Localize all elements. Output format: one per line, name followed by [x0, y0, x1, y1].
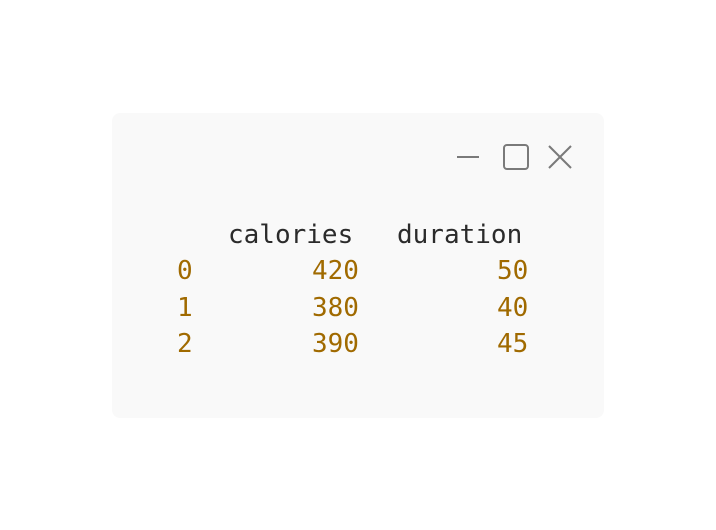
maximize-button[interactable]	[502, 143, 530, 171]
cell-calories: 420	[312, 256, 359, 286]
cell-calories: 380	[312, 293, 359, 323]
cell-calories: 390	[312, 329, 359, 359]
window-controls	[454, 143, 574, 171]
row-index: 0	[177, 256, 193, 286]
minimize-button[interactable]	[454, 143, 482, 171]
column-header-duration: duration	[397, 220, 523, 250]
row-index: 1	[177, 293, 193, 323]
row-index: 2	[177, 329, 193, 359]
close-icon	[548, 145, 572, 169]
maximize-icon	[503, 144, 529, 170]
cell-duration: 50	[497, 256, 529, 286]
cell-duration: 45	[497, 329, 529, 359]
minimize-icon	[457, 156, 479, 158]
column-header-calories: calories	[228, 220, 354, 250]
cell-duration: 40	[497, 293, 529, 323]
close-button[interactable]	[546, 143, 574, 171]
output-window: calories duration 0 420 50 1 380 40 2 39…	[112, 113, 604, 418]
